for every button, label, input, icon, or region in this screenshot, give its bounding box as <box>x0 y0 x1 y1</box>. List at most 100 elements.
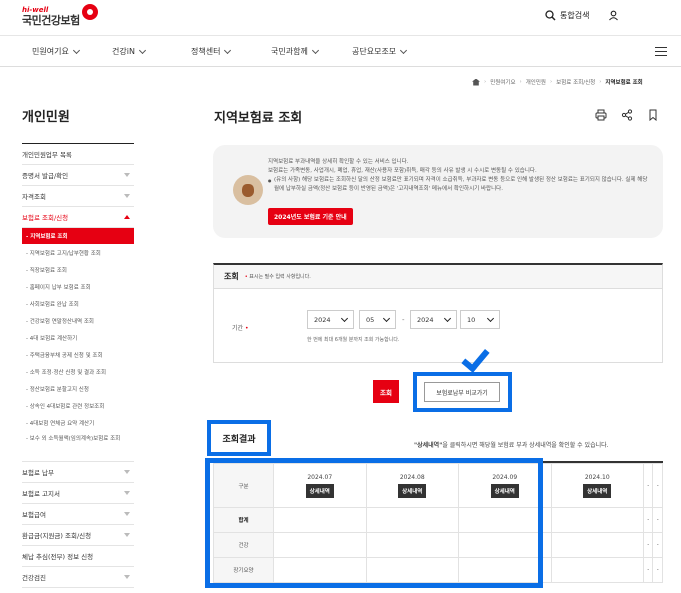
table-cell: - <box>652 507 663 533</box>
side-nav-label: 증명서 발급/확인 <box>22 172 69 180</box>
gnb-item-about[interactable]: 공단요모조모 <box>352 46 408 57</box>
info-caution: (유의 사항) 해당 보험료는 조회하신 달의 산정 보험료만 표기되며 자격이… <box>268 176 648 194</box>
caret-down-icon <box>124 470 130 474</box>
info-notice-box: 지역보험료 부과내역을 상세히 확인할 수 있는 서비스 입니다. 보험료는 가… <box>213 145 663 238</box>
search-form: 조회 • 표시는 필수 입력 사항입니다. 기간 • 2024 05 - 202… <box>213 263 663 363</box>
user-icon[interactable] <box>608 10 619 21</box>
breadcrumb-separator: › <box>549 79 553 85</box>
breadcrumb-separator: › <box>599 79 602 85</box>
side-nav-item[interactable]: 체납 추심(전부) 정보 신청 <box>22 546 134 567</box>
gnb-item-together[interactable]: 국민과함께 <box>271 46 319 57</box>
side-nav-label: 보험료 조회/신청 <box>22 214 69 222</box>
bookmark-button[interactable] <box>643 105 663 125</box>
table-cell <box>550 532 644 558</box>
bookmark-icon <box>649 109 657 121</box>
side-nav-subitem[interactable]: - 홈페이지 납부 보험료 조회 <box>22 278 134 295</box>
breadcrumb: › 민원여기요 › 개인민원 › 보험료 조회/신청 › 지역보험료 조회 <box>472 78 643 86</box>
range-dash: - <box>402 316 405 324</box>
caret-down-icon <box>124 173 130 177</box>
side-nav-subitem[interactable]: - 보수 외 소득월액(임의계속)보험료 조회 <box>22 431 134 455</box>
gnb-item-policy[interactable]: 정책센터 <box>191 46 232 57</box>
side-nav-item[interactable]: 환급금(지원금) 조회/신청 <box>22 525 134 546</box>
caret-down-icon <box>124 575 130 579</box>
caret-down-icon <box>124 491 130 495</box>
chevron-down-icon <box>382 314 391 323</box>
side-nav-item[interactable]: 증명서 발급/확인 <box>22 165 134 186</box>
hamburger-menu-icon[interactable] <box>655 47 667 56</box>
logo-tagline: hi-well <box>22 6 49 14</box>
result-note-emphasis: "상세내역" <box>414 442 443 449</box>
gnb-item-minwon[interactable]: 민원여기요 <box>32 46 80 57</box>
site-logo[interactable]: hi-well 국민건강보험 <box>22 4 98 27</box>
result-title: 조회결과 <box>222 434 256 445</box>
from-year-select[interactable]: 2024 <box>307 310 354 329</box>
caret-down-icon <box>124 533 130 537</box>
gnb-item-health-in[interactable]: 건강iN <box>112 46 146 57</box>
side-nav-subitem[interactable]: - 주택금융부채 공제 신청 및 조회 <box>22 346 134 363</box>
logo-heart-icon <box>82 4 98 20</box>
share-icon <box>621 109 633 121</box>
side-nav-subitem[interactable]: - 정산보험료 분할고지 신청 <box>22 380 134 397</box>
detail-button[interactable]: 상세내역 <box>583 483 612 498</box>
side-nav-subitem[interactable]: - 4대보험 연체금 요약 계산기 <box>22 414 134 431</box>
period-help-text: 한 번에 최대 6개월 분까지 조회 가능합니다. <box>307 337 400 343</box>
home-icon[interactable] <box>472 78 480 86</box>
page-title: 지역보험료 조회 <box>214 111 303 126</box>
side-nav-subitem[interactable]: - 소득 조정·정산 신청 및 결과 조회 <box>22 363 134 380</box>
chevron-down-icon <box>443 314 452 323</box>
side-nav-label: 자격조회 <box>22 193 46 201</box>
side-nav-item[interactable]: 건강검진 <box>22 567 134 588</box>
from-month-select[interactable]: 05 <box>359 310 396 329</box>
required-mark-icon: • <box>244 274 248 280</box>
side-nav-subitem[interactable]: - 사회보험료 완납 조회 <box>22 295 134 312</box>
chevron-down-icon <box>138 46 146 54</box>
logo-text: 국민건강보험 <box>22 14 80 27</box>
side-nav: 개인민원 개인민원업무 목록 증명서 발급/확인 자격조회 보험료 조회/신청 … <box>22 100 134 588</box>
side-nav-subitem[interactable]: - 4대 보험료 계산하기 <box>22 329 134 346</box>
chevron-down-icon <box>224 46 232 54</box>
side-nav-item[interactable]: 보험료 납부 <box>22 462 134 483</box>
print-button[interactable] <box>591 105 611 125</box>
side-nav-subitem[interactable]: - 직장보험료 조회 <box>22 261 134 278</box>
premium-standard-guide-button[interactable]: 2024년도 보험료 기준 안내 <box>268 208 353 225</box>
caret-up-icon <box>124 215 130 219</box>
side-nav-item[interactable]: 보험급여 <box>22 504 134 525</box>
breadcrumb-item[interactable]: 보험료 조회/신청 <box>556 78 595 86</box>
side-nav-item[interactable]: 자격조회 <box>22 186 134 207</box>
side-nav-subitem[interactable]: - 건강보험 연말정산내역 조회 <box>22 312 134 329</box>
info-line: 지역보험료 부과내역을 상세히 확인할 수 있는 서비스 입니다. <box>268 159 409 165</box>
chevron-down-icon <box>400 46 408 54</box>
breadcrumb-current: 지역보험료 조회 <box>605 80 643 86</box>
annotation-highlight-box <box>413 372 512 412</box>
gnb-label: 건강iN <box>112 47 135 56</box>
gnb-label: 국민과함께 <box>271 47 308 56</box>
side-nav-item[interactable]: 보험료 고지서 <box>22 483 134 504</box>
breadcrumb-item[interactable]: 개인민원 <box>526 78 546 86</box>
integrated-search-button[interactable]: 통합검색 <box>545 10 589 21</box>
period-label: 기간 • <box>232 323 249 332</box>
annotation-highlight-box <box>205 458 543 588</box>
gnb-label: 공단요모조모 <box>352 47 397 56</box>
search-form-title: 조회 <box>224 272 239 281</box>
breadcrumb-item[interactable]: 민원여기요 <box>490 78 515 86</box>
table-cell <box>550 507 644 533</box>
side-nav-item-active[interactable]: 보험료 조회/신청 <box>22 207 134 228</box>
search-button[interactable]: 조회 <box>373 380 399 403</box>
caret-down-icon <box>124 512 130 516</box>
side-nav-sublist: - 지역보험료 조회 - 지역보험료 고지/납부현황 조회 - 직장보험료 조회… <box>22 228 134 462</box>
to-year-select[interactable]: 2024 <box>410 310 457 329</box>
share-button[interactable] <box>617 105 637 125</box>
side-nav-label: 개인민원업무 목록 <box>22 151 72 159</box>
table-cell <box>550 557 644 583</box>
side-nav-label: 보험료 고지서 <box>22 490 60 498</box>
chevron-down-icon <box>486 314 495 323</box>
table-cell: - <box>652 532 663 558</box>
side-nav-subitem[interactable]: - 지역보험료 고지/납부현황 조회 <box>22 244 134 261</box>
to-month-select[interactable]: 10 <box>460 310 500 329</box>
to-year-value: 2024 <box>417 315 434 324</box>
to-month-value: 10 <box>467 315 476 324</box>
side-nav-item[interactable]: 개인민원업무 목록 <box>22 144 134 165</box>
side-nav-subitem[interactable]: - 상속인 4대보험료 관련 정보조회 <box>22 397 134 414</box>
side-nav-subitem-selected[interactable]: - 지역보험료 조회 <box>22 228 134 244</box>
chevron-down-icon <box>72 46 80 54</box>
